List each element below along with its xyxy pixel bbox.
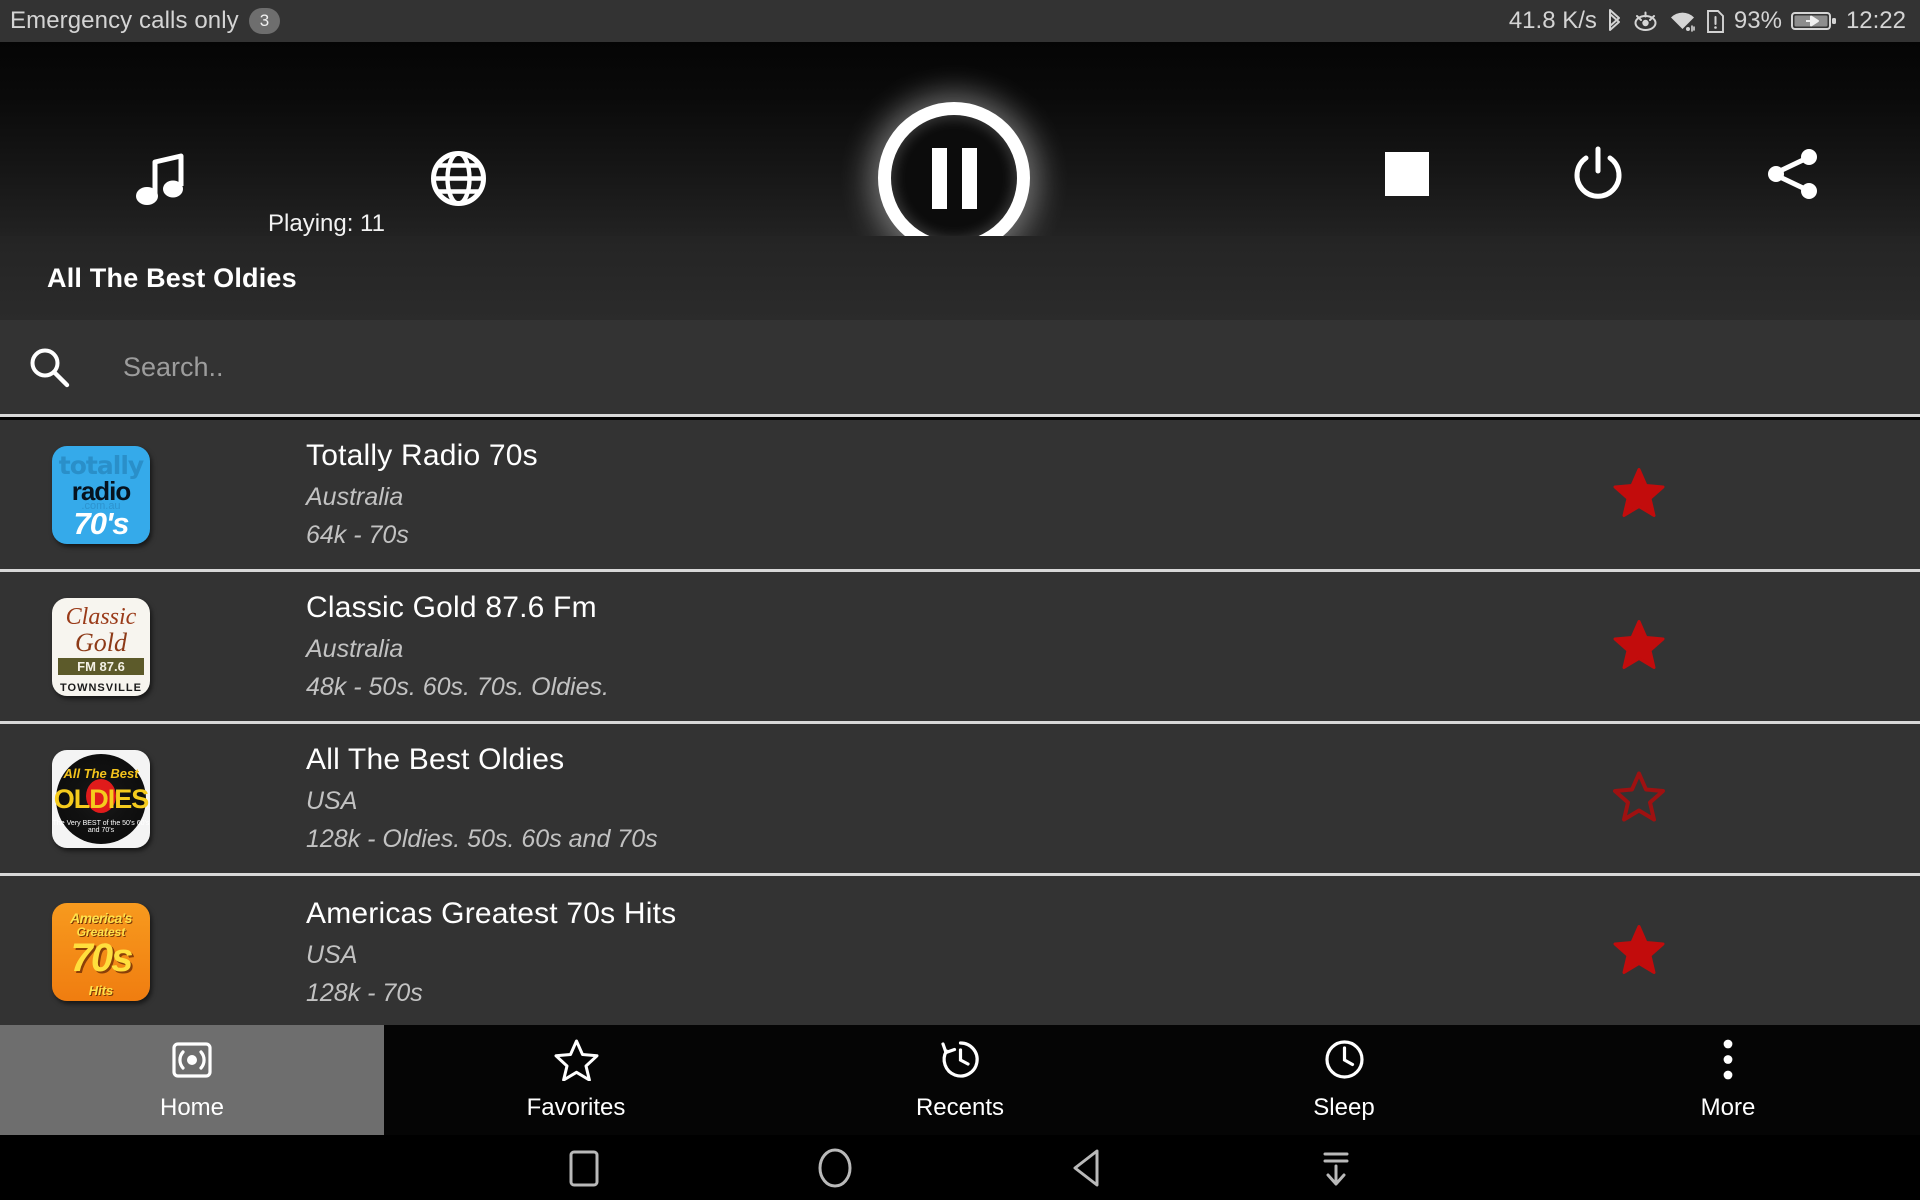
- globe-icon[interactable]: [430, 150, 487, 212]
- clock-icon: [1323, 1038, 1366, 1086]
- status-bar-left: Emergency calls only 3: [10, 7, 281, 35]
- tab-sleep[interactable]: Sleep: [1152, 1025, 1536, 1135]
- tab-more[interactable]: More: [1536, 1025, 1920, 1135]
- music-note-icon[interactable]: [135, 152, 187, 215]
- table-row[interactable]: totally radio .com.au 70's Totally Radio…: [0, 420, 1920, 572]
- search-input[interactable]: [123, 351, 1920, 383]
- carrier-label: Emergency calls only: [10, 7, 239, 34]
- station-name: Totally Radio 70s: [306, 439, 538, 472]
- player-control-bar: Playing: 11: [0, 42, 1920, 254]
- app-root: Emergency calls only 3 41.8 K/s 93% 12:2…: [0, 0, 1920, 1200]
- station-detail: 128k - Oldies. 50s. 60s and 70s: [306, 825, 658, 853]
- station-meta: Americas Greatest 70s Hits USA 128k - 70…: [306, 897, 676, 1008]
- station-name: All The Best Oldies: [306, 743, 565, 776]
- table-row[interactable]: America's Greatest 70s Hits Americas Gre…: [0, 876, 1920, 1025]
- battery-percent-label: 93%: [1733, 7, 1782, 34]
- tab-label: Favorites: [526, 1094, 626, 1121]
- table-row[interactable]: All The Best OLDIES The Very BEST of the…: [0, 724, 1920, 876]
- tab-recents[interactable]: Recents: [768, 1025, 1152, 1135]
- bluetooth-icon: [1606, 8, 1623, 35]
- history-icon: [939, 1038, 982, 1086]
- sim-alert-icon: [1706, 9, 1725, 34]
- search-bar[interactable]: [0, 320, 1920, 417]
- tab-home[interactable]: Home: [0, 1025, 384, 1135]
- station-name: Classic Gold 87.6 Fm: [306, 591, 597, 624]
- tab-label: More: [1700, 1094, 1756, 1121]
- station-detail: 64k - 70s: [306, 521, 409, 549]
- station-country: Australia: [306, 635, 404, 663]
- station-logo: America's Greatest 70s Hits: [52, 903, 150, 1001]
- station-meta: All The Best Oldies USA 128k - Oldies. 5…: [306, 743, 658, 854]
- tab-label: Home: [159, 1093, 225, 1121]
- station-logo: All The Best OLDIES The Very BEST of the…: [52, 749, 150, 848]
- station-meta: Classic Gold 87.6 Fm Australia 48k - 50s…: [306, 591, 609, 702]
- pause-icon: [878, 102, 1030, 254]
- station-country: Australia: [306, 483, 404, 511]
- tab-label: Recents: [915, 1094, 1005, 1121]
- recents-square-icon[interactable]: [567, 1146, 601, 1190]
- station-logo: totally radio .com.au 70's: [52, 445, 150, 544]
- station-country: USA: [306, 787, 358, 815]
- station-detail: 48k - 50s. 60s. 70s. Oldies.: [306, 673, 609, 701]
- radio-broadcast-icon: [171, 1039, 213, 1086]
- station-name: Americas Greatest 70s Hits: [306, 896, 677, 930]
- share-icon[interactable]: [1765, 146, 1821, 207]
- tab-label: Sleep: [1313, 1094, 1375, 1121]
- playing-count-label: Playing: 11: [268, 210, 385, 237]
- android-navigation-bar: [0, 1135, 1920, 1200]
- table-row[interactable]: Classic Gold FM 87.6 TOWNSVILLE Classic …: [0, 572, 1920, 724]
- station-logo: Classic Gold FM 87.6 TOWNSVILLE: [52, 597, 150, 696]
- home-circle-icon[interactable]: [814, 1145, 856, 1191]
- overflow-menu-icon: [1721, 1038, 1735, 1086]
- notification-count-badge: 3: [248, 8, 281, 34]
- search-icon: [28, 346, 70, 388]
- bottom-tab-bar: Home Favorites Recents Sleep More: [0, 1025, 1920, 1135]
- station-country: USA: [306, 940, 358, 969]
- station-meta: Totally Radio 70s Australia 64k - 70s: [306, 439, 538, 550]
- battery-charging-icon: [1790, 9, 1837, 33]
- back-triangle-icon[interactable]: [1069, 1146, 1105, 1190]
- tab-favorites[interactable]: Favorites: [384, 1025, 768, 1135]
- star-outline-icon: [554, 1038, 599, 1086]
- station-list[interactable]: totally radio .com.au 70's Totally Radio…: [0, 420, 1920, 1025]
- station-detail: 128k - 70s: [306, 978, 423, 1007]
- favorite-star-icon[interactable]: [1613, 467, 1665, 522]
- network-speed-label: 41.8 K/s: [1508, 7, 1597, 34]
- android-status-bar: Emergency calls only 3 41.8 K/s 93% 12:2…: [0, 0, 1920, 42]
- now-playing-title-bar: All The Best Oldies: [0, 236, 1920, 320]
- clock-label: 12:22: [1845, 7, 1906, 34]
- wifi-icon: [1668, 9, 1697, 33]
- status-bar-right: 41.8 K/s 93% 12:22: [1509, 7, 1906, 35]
- eye-icon: [1632, 9, 1659, 33]
- favorite-star-icon[interactable]: [1613, 925, 1665, 980]
- stop-icon[interactable]: [1385, 152, 1429, 201]
- favorite-star-icon[interactable]: [1613, 771, 1665, 826]
- favorite-star-icon[interactable]: [1613, 619, 1665, 674]
- hide-keyboard-icon[interactable]: [1318, 1146, 1354, 1190]
- power-icon[interactable]: [1570, 146, 1626, 207]
- page-title: All The Best Oldies: [47, 262, 297, 293]
